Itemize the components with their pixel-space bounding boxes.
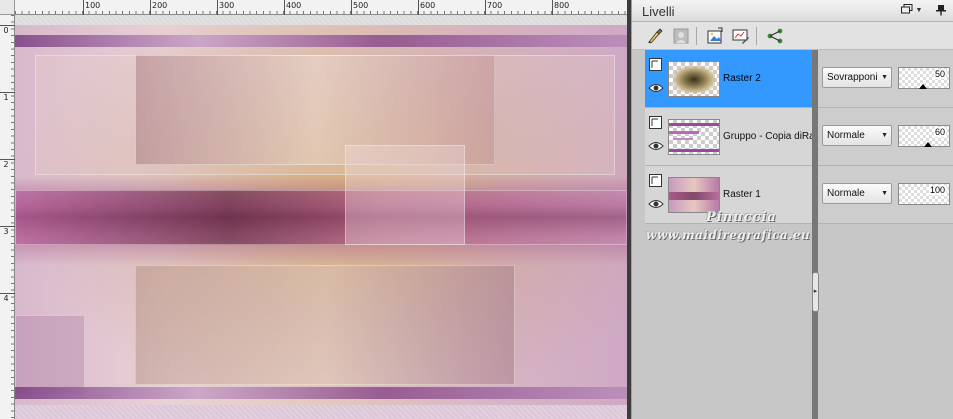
mask-icon[interactable] xyxy=(670,25,692,47)
chevron-down-icon: ▼ xyxy=(881,132,888,139)
ruler-label: 300 xyxy=(219,1,235,10)
panel-title: Livelli xyxy=(642,4,675,19)
layer-name: Raster 2 xyxy=(723,73,761,84)
layer-type-icon xyxy=(649,58,662,71)
opacity-value: 100 xyxy=(928,185,946,195)
ruler-label: 700 xyxy=(487,1,503,10)
adjustment-layer-icon[interactable] xyxy=(730,25,752,47)
layer-row-gruppo[interactable]: Gruppo - Copia diRast xyxy=(645,108,816,166)
canvas-area[interactable]: 100 200 300 400 500 600 700 800 0 1 2 3 … xyxy=(0,0,627,419)
opacity-slider[interactable]: 100 xyxy=(898,183,950,205)
layer-row-raster-2[interactable]: Raster 2 xyxy=(645,50,816,108)
blend-mode-value: Normale xyxy=(827,130,865,141)
eye-icon[interactable] xyxy=(648,82,664,96)
blend-mode-select[interactable]: Normale ▼ xyxy=(822,125,892,146)
dropdown-arrow-icon[interactable]: ▼ xyxy=(912,4,926,18)
share-icon[interactable] xyxy=(764,25,786,47)
eye-icon[interactable] xyxy=(648,140,664,154)
layer-thumbnail xyxy=(668,119,720,155)
eye-icon[interactable] xyxy=(648,198,664,212)
ruler-label: 500 xyxy=(353,1,369,10)
layer-row-raster-1[interactable]: Raster 1 xyxy=(645,166,816,224)
vertical-ruler: 0 1 2 3 4 xyxy=(0,15,15,419)
pin-icon[interactable] xyxy=(934,4,948,18)
opacity-handle[interactable] xyxy=(919,84,927,89)
opacity-value: 50 xyxy=(933,69,946,79)
layer-name: Raster 1 xyxy=(723,189,761,200)
ruler-label: 200 xyxy=(152,1,168,10)
layer-name: Gruppo - Copia diRast xyxy=(723,131,815,142)
panel-header: Livelli ▼ xyxy=(632,0,953,22)
blend-mode-select[interactable]: Sovrapponi ▼ xyxy=(822,67,892,88)
ruler-label: 2 xyxy=(3,160,9,169)
layers-toolbar xyxy=(632,22,953,50)
horizontal-ruler: 100 200 300 400 500 600 700 800 xyxy=(15,0,627,15)
panel-splitter[interactable] xyxy=(812,50,818,419)
canvas-artwork[interactable] xyxy=(15,15,627,419)
layer-thumbnail xyxy=(668,61,720,97)
blend-mode-value: Normale xyxy=(827,188,865,199)
opacity-handle[interactable] xyxy=(924,142,932,147)
opacity-slider[interactable]: 60 xyxy=(898,125,950,147)
opacity-value: 60 xyxy=(933,127,946,137)
new-layer-icon[interactable] xyxy=(704,25,726,47)
ruler-label: 600 xyxy=(420,1,436,10)
opacity-slider[interactable]: 50 xyxy=(898,67,950,89)
chevron-down-icon: ▼ xyxy=(881,74,888,81)
ruler-label: 1 xyxy=(3,93,9,102)
ruler-label: 800 xyxy=(554,1,570,10)
layer-controls: Normale ▼ 60 xyxy=(818,108,953,166)
layers-list: Raster 2 Sovrapponi ▼ 50 Gruppo - Copia … xyxy=(632,50,953,419)
ruler-label: 0 xyxy=(3,26,9,35)
brush-icon[interactable] xyxy=(644,25,666,47)
layer-type-icon xyxy=(649,174,662,187)
ruler-label: 3 xyxy=(3,227,9,236)
ruler-label: 4 xyxy=(3,294,9,303)
splitter-grip[interactable]: ▸ xyxy=(812,272,819,312)
layer-controls: Sovrapponi ▼ 50 xyxy=(818,50,953,108)
ruler-corner xyxy=(0,0,15,15)
layers-panel: Livelli ▼ Raster 2 Sovrapponi ▼ 50 Grupp… xyxy=(631,0,953,419)
ruler-label: 400 xyxy=(286,1,302,10)
blend-mode-select[interactable]: Normale ▼ xyxy=(822,183,892,204)
blend-mode-value: Sovrapponi xyxy=(827,72,878,83)
layer-controls: Normale ▼ 100 xyxy=(818,166,953,224)
ruler-label: 100 xyxy=(85,1,101,10)
layer-type-icon xyxy=(649,116,662,129)
chevron-down-icon: ▼ xyxy=(881,190,888,197)
layer-thumbnail xyxy=(668,177,720,213)
